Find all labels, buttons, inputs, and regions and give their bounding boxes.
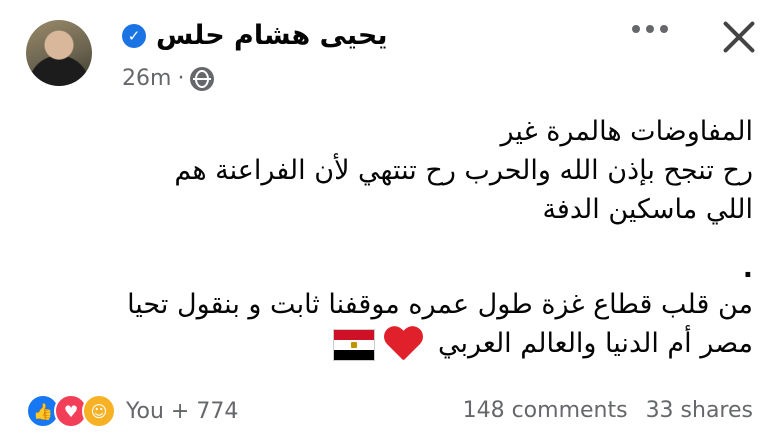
egypt-flag-emoji: [333, 328, 376, 361]
post-line-6-row: مصر أم الدنيا والعالم العربي: [23, 324, 753, 363]
post-line-1: المفاوضات هالمرة غير: [500, 116, 753, 147]
author-name[interactable]: يحيى هشام حلس: [156, 20, 388, 51]
post-footer: 👍 ♥ ☺ You + 774 148 comments 33 shares: [0, 392, 779, 432]
comments-count[interactable]: 148 comments: [463, 398, 628, 423]
post-line-2: رح تنجح بإذن الله والحرب رح تنتهي لأن ال…: [174, 155, 753, 186]
reactions-summary[interactable]: 👍 ♥ ☺ You + 774: [26, 394, 238, 428]
post-line-5: من قلب قطاع غزة طول عمره موقفنا ثابت و ب…: [127, 289, 753, 320]
author-row: ✓ يحيى هشام حلس: [122, 20, 388, 51]
post-time[interactable]: 26m: [122, 66, 171, 91]
post-text: المفاوضات هالمرة غير رح تنجح بإذن الله و…: [23, 112, 753, 363]
author-avatar[interactable]: [26, 20, 92, 86]
globe-icon[interactable]: [190, 66, 215, 91]
close-icon[interactable]: [713, 12, 763, 62]
reactions-text[interactable]: You + 774: [126, 399, 238, 424]
post-header: ✓ يحيى هشام حلس 26m ·: [0, 0, 779, 100]
emoji-group: [333, 327, 423, 363]
post-line-6: مصر أم الدنيا والعالم العربي: [438, 328, 753, 359]
post-meta: 26m ·: [122, 66, 215, 91]
meta-separator: ·: [177, 66, 185, 91]
verified-badge-icon: ✓: [122, 23, 146, 48]
more-dots-icon[interactable]: [632, 25, 668, 33]
post-line-3: اللي ماسكين الدفة: [542, 194, 753, 225]
post-line-4: .: [742, 253, 753, 284]
heart-emoji: [383, 327, 423, 363]
shares-count[interactable]: 33 shares: [646, 398, 753, 423]
care-icon: ☺: [82, 394, 116, 428]
post-stats: 148 comments 33 shares: [463, 398, 753, 423]
